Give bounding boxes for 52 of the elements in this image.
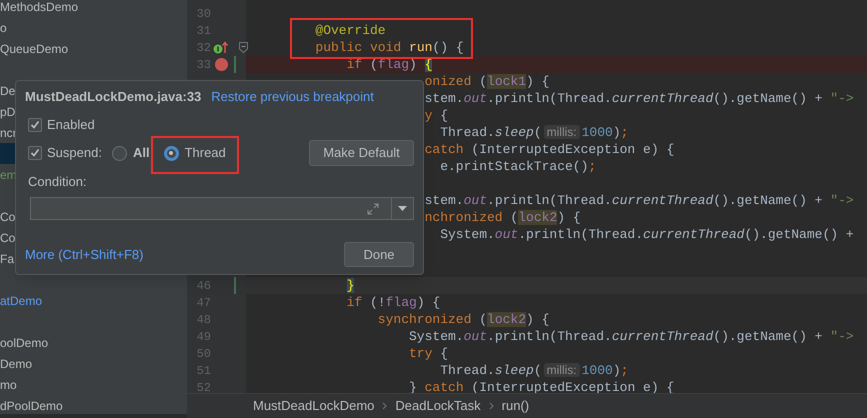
tree-item[interactable]: Demo [0, 354, 32, 372]
tree-item[interactable]: o [0, 18, 7, 36]
breadcrumb[interactable]: DeadLockTask [395, 396, 481, 416]
condition-field[interactable] [30, 197, 414, 220]
code-line: e.printStackTrace(); [440, 158, 596, 176]
checkbox-label: Enabled [47, 116, 95, 134]
tree-item[interactable]: MethodsDemo [0, 0, 78, 16]
radio-button[interactable]: All [112, 143, 150, 163]
expand-icon[interactable] [367, 202, 379, 214]
code-line: synchronized (lock2) { [378, 310, 550, 329]
checkbox[interactable] [28, 118, 42, 132]
more-link[interactable]: More (Ctrl+Shift+F8) [25, 244, 144, 264]
make-default-button[interactable]: Make Default [309, 140, 414, 166]
code-line: catch (InterruptedException e) { [424, 140, 674, 159]
tree-item[interactable]: mo [0, 376, 17, 394]
radio-button[interactable]: Thread [164, 143, 226, 163]
tree-item[interactable]: QueueDemo [0, 40, 68, 58]
tree-item[interactable]: pD [0, 102, 16, 120]
chevron-icon [382, 402, 388, 410]
code-line: public void run() { [315, 38, 464, 57]
breadcrumb[interactable]: run() [502, 396, 530, 416]
tree-item[interactable]: ncr [0, 124, 17, 142]
tree-item[interactable]: dPoolDemo [0, 396, 63, 414]
code-line: Thread.sleep( millis: 1000); [440, 362, 628, 380]
tree-item[interactable]: De [0, 82, 16, 100]
code-line: System.out.println(Thread.currentThread().getName() + "-> [409, 328, 854, 346]
code-line: try { [409, 344, 448, 363]
checkbox-label: Suspend: [47, 144, 102, 162]
code-line: nchronized (lock2) { [424, 208, 581, 227]
tree-item[interactable]: oolDemo [0, 334, 48, 352]
code-line: Thread.sleep( millis: 1000); [440, 124, 628, 142]
implements-gutter-icon[interactable] [213, 41, 229, 54]
condition-label: Condition: [28, 174, 88, 190]
code-line: stem.out.println(Thread.currentThread().getName() + "-> [424, 90, 854, 108]
code-line: y { [424, 106, 448, 125]
code-line: if (!flag) { [346, 294, 440, 312]
breadcrumb[interactable]: MustDeadLockDemo [253, 396, 374, 416]
done-button[interactable]: Done [344, 242, 414, 267]
tree-item[interactable]: Co [0, 208, 16, 226]
popup-title: MustDeadLockDemo.java:33 [25, 88, 202, 106]
caret-icon [398, 206, 407, 211]
tree-item[interactable]: Co [0, 228, 16, 246]
code-line: onized (lock1) { [424, 72, 550, 91]
code-line: stem.out.println(Thread.currentThread().getName() + "-> [424, 192, 854, 210]
restore-link[interactable]: Restore previous breakpoint [211, 87, 374, 107]
checkbox[interactable] [28, 146, 42, 160]
fold-icon[interactable] [239, 42, 248, 53]
code-line: System.out.println(Thread.currentThread().getName() + [440, 226, 854, 244]
code-line: @Override [315, 22, 386, 40]
tree-item[interactable]: atDemo [0, 292, 42, 310]
tree-item[interactable]: Fa [0, 250, 14, 268]
chevron-icon [488, 402, 494, 410]
